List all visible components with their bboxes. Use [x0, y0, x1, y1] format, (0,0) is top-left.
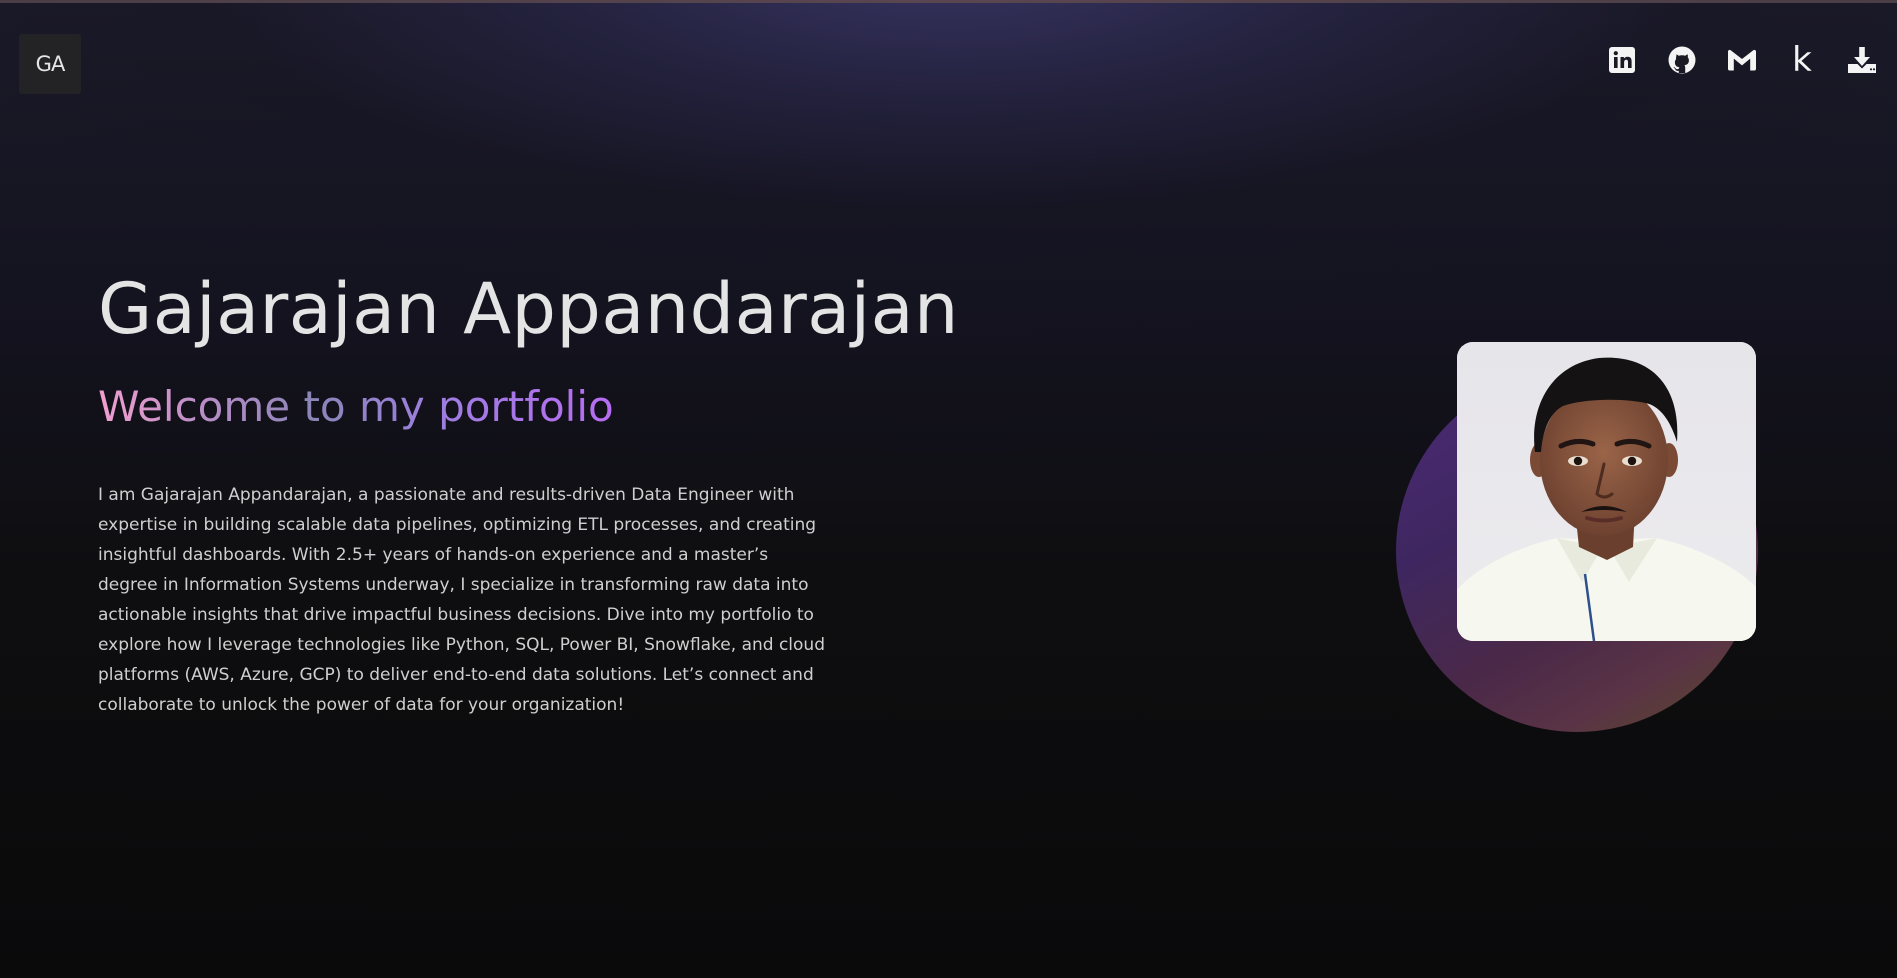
logo[interactable]: GA — [19, 34, 81, 94]
hero-name: Gajarajan Appandarajan — [98, 268, 959, 350]
download-icon[interactable] — [1846, 44, 1878, 76]
github-icon[interactable] — [1666, 44, 1698, 76]
bio-paragraph: I am Gajarajan Appandarajan, a passionat… — [98, 485, 825, 715]
top-accent-line — [0, 0, 1897, 3]
profile-photo-section — [1396, 340, 1758, 732]
social-nav: k — [1606, 40, 1878, 80]
hero-tagline: Welcome to my portfolio — [98, 382, 614, 431]
kaggle-letter: k — [1792, 40, 1812, 80]
gmail-icon[interactable] — [1726, 44, 1758, 76]
linkedin-icon[interactable] — [1606, 44, 1638, 76]
kaggle-icon[interactable]: k — [1786, 40, 1818, 80]
profile-photo — [1457, 342, 1756, 641]
